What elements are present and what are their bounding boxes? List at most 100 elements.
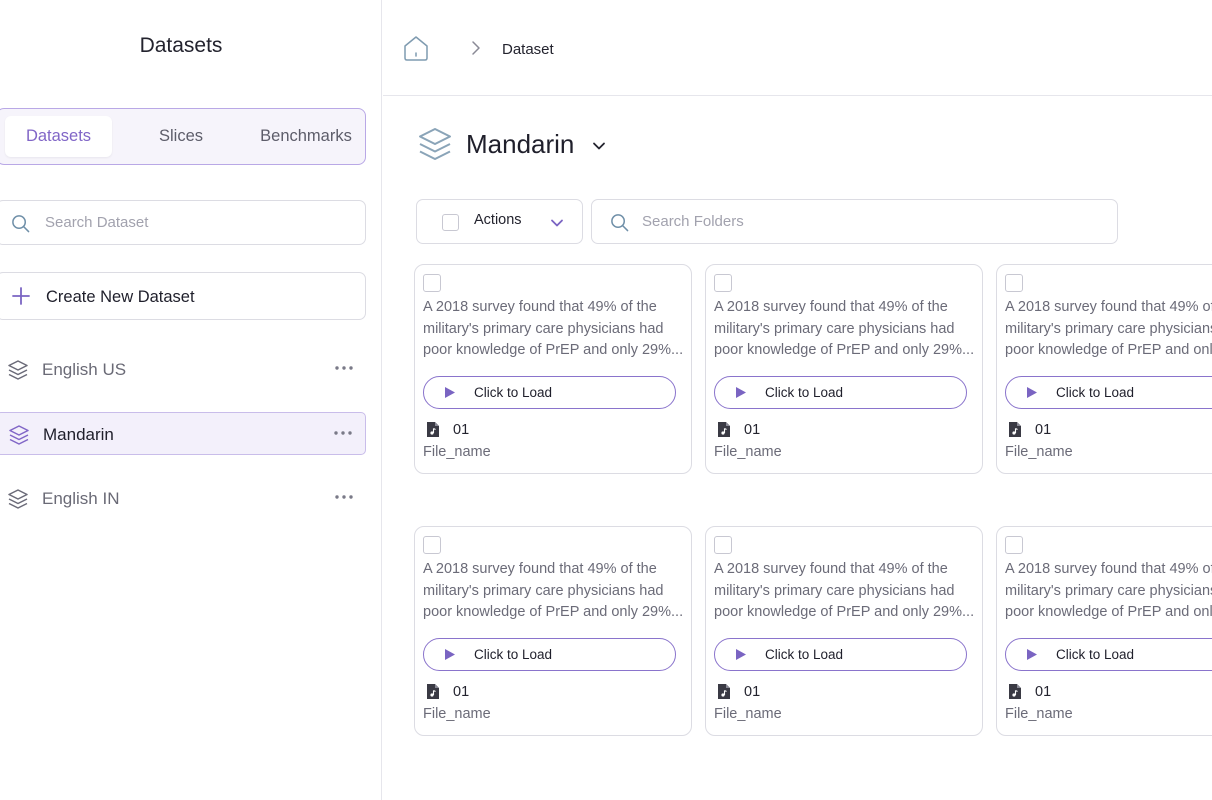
card-description-line: poor knowledge of PrEP and only 29%... <box>714 342 975 358</box>
click-to-load-button[interactable]: Click to Load <box>423 638 676 671</box>
card-checkbox[interactable] <box>714 536 732 554</box>
app-window: Datasets Datasets Slices Benchmarks Crea… <box>0 0 1212 800</box>
card-checkbox[interactable] <box>714 274 732 292</box>
file-card[interactable]: A 2018 survey found that 49% of the mili… <box>414 526 692 736</box>
file-card[interactable]: A 2018 survey found that 49% of the mili… <box>414 264 692 474</box>
play-icon <box>736 387 746 398</box>
breadcrumb: Dataset <box>383 0 1212 96</box>
more-options-icon[interactable] <box>331 421 355 445</box>
audio-file-icon <box>427 684 439 699</box>
click-to-load-label: Click to Load <box>1056 385 1135 400</box>
click-to-load-button[interactable]: Click to Load <box>423 376 676 409</box>
card-description-line: poor knowledge of PrEP and only 29%... <box>423 342 684 358</box>
card-checkbox[interactable] <box>423 274 441 292</box>
search-icon <box>12 215 30 233</box>
file-card[interactable]: A 2018 survey found that 49% of the mili… <box>705 264 983 474</box>
click-to-load-label: Click to Load <box>765 385 844 400</box>
card-description: A 2018 survey found that 49% of the mili… <box>423 297 685 362</box>
play-icon <box>445 387 455 398</box>
more-options-icon[interactable] <box>332 356 356 380</box>
sidebar-title: Datasets <box>139 34 223 57</box>
card-description: A 2018 survey found that 49% of the mili… <box>714 559 976 624</box>
audio-file-icon <box>718 684 730 699</box>
card-description-line: military's primary care physicians had <box>714 582 955 599</box>
card-description-line: military's primary care physicians had <box>1005 582 1212 599</box>
card-description: A 2018 survey found that 49% of the mili… <box>1005 559 1212 624</box>
audio-file-icon <box>718 422 730 437</box>
file-number: 01 <box>1035 684 1052 700</box>
card-checkbox[interactable] <box>423 536 441 554</box>
card-description-line: military's primary care physicians had <box>423 320 664 337</box>
file-name: File_name <box>1005 706 1073 722</box>
create-new-dataset-button[interactable]: Create New Dataset <box>0 272 366 320</box>
card-checkbox[interactable] <box>1005 274 1023 292</box>
card-description-line: A 2018 survey found that 49% of the <box>423 561 657 577</box>
more-options-icon[interactable] <box>332 485 356 509</box>
breadcrumb-current[interactable]: Dataset <box>502 41 554 58</box>
sidebar: Datasets Datasets Slices Benchmarks Crea… <box>0 0 382 800</box>
audio-file-icon <box>1009 422 1021 437</box>
click-to-load-button[interactable]: Click to Load <box>1005 638 1212 671</box>
sidebar-item-english-us[interactable]: English US <box>0 348 366 391</box>
card-description-line: poor knowledge of PrEP and only 29%... <box>1005 604 1212 620</box>
click-to-load-label: Click to Load <box>474 385 553 400</box>
card-checkbox[interactable] <box>1005 536 1023 554</box>
sidebar-item-label: English US <box>42 360 127 379</box>
tab-datasets[interactable]: Datasets <box>5 116 112 157</box>
search-icon <box>611 214 629 232</box>
sidebar-tabs: Datasets Slices Benchmarks <box>0 108 366 165</box>
click-to-load-button[interactable]: Click to Load <box>1005 376 1212 409</box>
file-number: 01 <box>744 684 761 700</box>
sidebar-item-english-in[interactable]: English IN <box>0 477 366 520</box>
file-card[interactable]: A 2018 survey found that 49% of the mili… <box>705 526 983 736</box>
file-card[interactable]: A 2018 survey found that 49% of the mili… <box>996 264 1212 474</box>
card-description-line: poor knowledge of PrEP and only 29%... <box>423 604 684 620</box>
card-description-line: poor knowledge of PrEP and only 29%... <box>714 604 975 620</box>
card-description-line: poor knowledge of PrEP and only 29%... <box>1005 342 1212 358</box>
file-card[interactable]: A 2018 survey found that 49% of the mili… <box>996 526 1212 736</box>
create-new-dataset-label: Create New Dataset <box>46 288 195 306</box>
file-name: File_name <box>423 444 491 460</box>
folder-search-input[interactable] <box>642 200 1102 243</box>
layers-icon <box>8 489 28 509</box>
chevron-right-icon <box>472 41 480 55</box>
dataset-search-input[interactable] <box>45 201 345 244</box>
file-name: File_name <box>714 444 782 460</box>
layers-icon <box>9 425 29 445</box>
card-description: A 2018 survey found that 49% of the mili… <box>1005 297 1212 362</box>
plus-icon <box>12 287 30 305</box>
layers-icon <box>8 360 28 380</box>
card-description-line: military's primary care physicians had <box>714 320 955 337</box>
card-description-line: A 2018 survey found that 49% of the <box>423 299 657 315</box>
card-description: A 2018 survey found that 49% of the mili… <box>423 559 685 624</box>
layers-icon <box>419 128 451 160</box>
actions-dropdown[interactable]: Actions <box>416 199 583 244</box>
card-description-line: A 2018 survey found that 49% of the <box>1005 561 1212 577</box>
play-icon <box>1027 649 1037 660</box>
tab-slices[interactable]: Slices <box>117 116 245 157</box>
click-to-load-button[interactable]: Click to Load <box>714 376 967 409</box>
click-to-load-label: Click to Load <box>765 647 844 662</box>
select-all-checkbox[interactable] <box>442 214 459 231</box>
actions-label: Actions <box>474 212 522 228</box>
file-name: File_name <box>423 706 491 722</box>
file-number: 01 <box>1035 422 1052 438</box>
sidebar-item-label: Mandarin <box>43 425 114 444</box>
card-description-line: A 2018 survey found that 49% of the <box>714 299 948 315</box>
card-description-line: A 2018 survey found that 49% of the <box>1005 299 1212 315</box>
tab-benchmarks[interactable]: Benchmarks <box>247 116 365 157</box>
click-to-load-label: Click to Load <box>474 647 553 662</box>
play-icon <box>736 649 746 660</box>
click-to-load-label: Click to Load <box>1056 647 1135 662</box>
play-icon <box>445 649 455 660</box>
audio-file-icon <box>427 422 439 437</box>
dataset-search-box <box>0 200 366 245</box>
audio-file-icon <box>1009 684 1021 699</box>
sidebar-item-mandarin[interactable]: Mandarin <box>0 412 366 455</box>
file-name: File_name <box>1005 444 1073 460</box>
dataset-name: Mandarin <box>466 129 575 159</box>
home-icon[interactable] <box>402 34 430 62</box>
file-number: 01 <box>744 422 761 438</box>
click-to-load-button[interactable]: Click to Load <box>714 638 967 671</box>
chevron-down-icon[interactable] <box>591 138 607 154</box>
